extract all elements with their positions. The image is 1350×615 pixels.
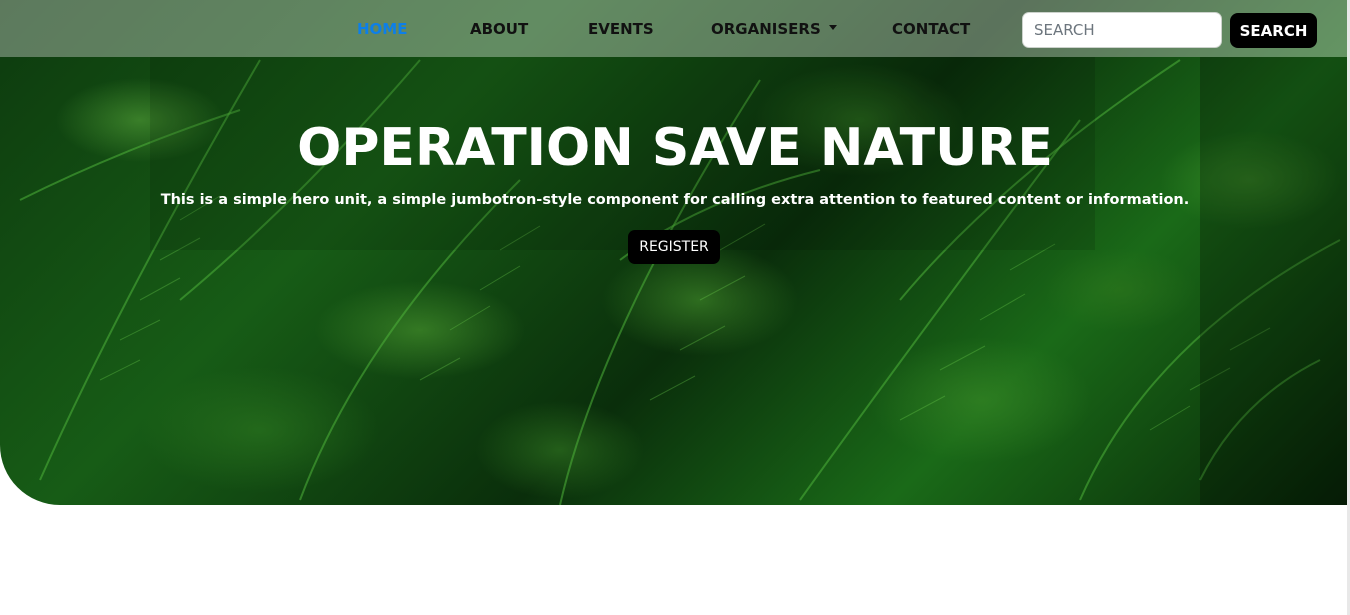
- hero-title: OPERATION SAVE NATURE: [297, 118, 1053, 178]
- nav-contact-link[interactable]: CONTACT: [892, 20, 970, 40]
- nav-about-link[interactable]: ABOUT: [470, 20, 528, 40]
- nav-organisers-label: ORGANISERS: [711, 20, 821, 38]
- register-button[interactable]: REGISTER: [628, 230, 720, 264]
- nav-organisers-dropdown[interactable]: ORGANISERS: [711, 20, 837, 40]
- nav-home-link[interactable]: HOME: [357, 20, 407, 40]
- search-button[interactable]: SEARCH: [1230, 13, 1317, 48]
- nav-events-link[interactable]: EVENTS: [588, 20, 654, 40]
- search-input[interactable]: [1022, 12, 1222, 48]
- caret-down-icon: [828, 25, 837, 30]
- top-navbar: HOME ABOUT EVENTS ORGANISERS CONTACT SEA…: [0, 0, 1350, 57]
- hero-lead-text: This is a simple hero unit, a simple jum…: [160, 192, 1190, 208]
